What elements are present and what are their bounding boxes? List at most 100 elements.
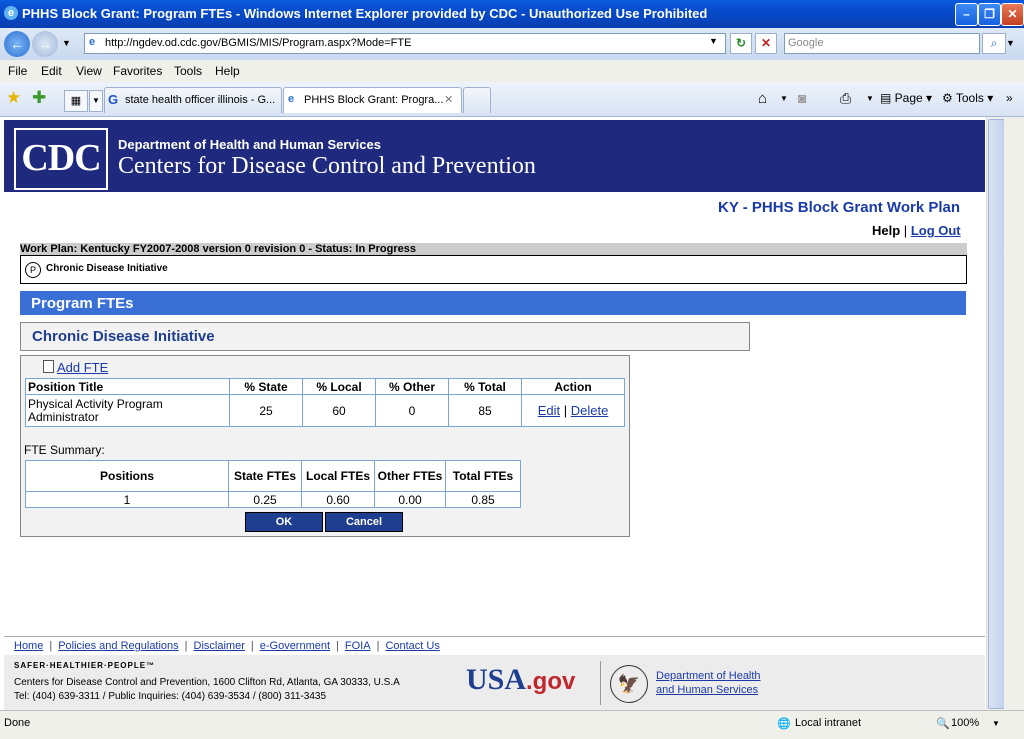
print-chevron-icon[interactable]: ▼ [866,94,874,103]
close-window-button[interactable]: ✕ [1001,3,1024,26]
zoom-icon: 🔍 [936,718,950,730]
print-icon[interactable]: ⎙ [840,90,851,107]
minimize-button[interactable]: – [955,3,978,26]
refresh-icon[interactable]: ↻ [730,33,752,54]
footer-link-contact[interactable]: Contact Us [385,640,439,652]
scrollbar-thumb[interactable] [988,119,1005,709]
add-fte-link[interactable]: Add FTE [43,360,108,375]
ok-button[interactable]: OK [245,512,323,532]
page-menu-label: Page [894,91,923,105]
search-options-chevron-icon[interactable]: ▼ [1006,38,1015,48]
hhs-link[interactable]: Department of Health and Human Services [656,669,761,697]
zoom-chevron-icon[interactable]: ▼ [992,719,1000,728]
recent-pages-chevron-icon[interactable]: ▼ [62,38,71,48]
separator: | [903,223,908,238]
fte-summary-table: Positions State FTEs Local FTEs Other FT… [25,460,521,508]
other-ftes-value: 0.00 [374,491,446,508]
separator: | [336,640,339,652]
tools-menu-button[interactable]: ⚙ Tools ▾ [942,91,993,105]
pct-total-cell: 85 [448,394,522,427]
workplan-program-name[interactable]: Chronic Disease Initiative [46,263,168,274]
address-input[interactable]: e http://ngdev.od.cdc.gov/BGMIS/MIS/Prog… [84,33,726,54]
add-favorite-icon[interactable]: ✚ [32,88,46,108]
help-link[interactable]: Help [872,223,900,238]
section-title: Program FTEs [31,295,134,312]
cdc-phones: Tel: (404) 639-3311 / Public Inquiries: … [14,691,327,702]
fte-table-header: Position Title % State % Local % Other %… [25,378,625,395]
tab-label: PHHS Block Grant: Progra... [304,94,444,106]
page-menu-button[interactable]: ▤ Page ▾ [880,91,932,105]
menu-help[interactable]: Help [215,64,240,78]
cdc-logo[interactable]: CDC [14,128,108,190]
summary-header-row: Positions State FTEs Local FTEs Other FT… [25,460,521,492]
close-tab-icon[interactable]: ✕ [444,93,453,106]
feeds-icon[interactable]: ◙ [798,90,806,106]
search-input[interactable]: Google [784,33,980,54]
action-cell: Edit | Delete [521,394,625,427]
google-favicon-icon: G [108,92,119,107]
menu-file[interactable]: File [8,64,27,78]
edit-link[interactable]: Edit [538,403,560,418]
cancel-button[interactable]: Cancel [325,512,403,532]
separator: | [376,640,380,652]
tab-google-search[interactable]: G state health officer illinois - G... [104,87,282,113]
window-title-bar[interactable]: e PHHS Block Grant: Program FTEs - Windo… [0,0,1024,28]
pct-state-cell: 25 [229,394,303,427]
program-badge-icon: P [25,262,41,278]
col-position-title: Position Title [25,378,230,395]
vertical-scrollbar[interactable] [986,117,1005,710]
program-ftes-heading: Program FTEs [20,291,966,315]
search-placeholder: Google [788,37,824,49]
status-text: Done [4,717,31,729]
quick-tabs-icon[interactable]: ▦ [64,90,88,112]
tagline: SAFER·HEALTHIER·PEOPLE™ [14,661,156,670]
menu-tools[interactable]: Tools [174,64,202,78]
window-title: PHHS Block Grant: Program FTEs - Windows… [22,6,708,21]
footer-link-foia[interactable]: FOIA [345,640,371,652]
pct-other-cell: 0 [375,394,449,427]
help-logout-bar: Help | Log Out [872,223,961,238]
logout-link[interactable]: Log Out [911,223,961,238]
footer-link-policies[interactable]: Policies and Regulations [58,640,178,652]
ie-logo-icon: e [4,6,18,20]
delete-link[interactable]: Delete [571,403,609,418]
tools-menu-label: Tools [955,91,984,105]
usa-gov-logo[interactable]: USA.gov [466,663,575,697]
cdc-address: Centers for Disease Control and Preventi… [14,677,400,688]
toolbar-overflow-icon[interactable]: » [1006,91,1013,105]
forward-arrow-icon[interactable]: → [32,31,58,57]
stop-icon[interactable]: ✕ [755,33,777,54]
menu-edit[interactable]: Edit [41,64,62,78]
search-icon[interactable]: ⌕ [982,33,1006,54]
footer-link-egov[interactable]: e-Government [260,640,330,652]
new-tab-button[interactable] [463,87,491,113]
back-arrow-icon[interactable]: ← [4,31,30,57]
menu-view[interactable]: View [76,64,102,78]
department-name: Department of Health and Human Services [118,137,381,152]
maximize-button[interactable]: ❐ [978,3,1001,26]
tab-list-chevron-icon[interactable]: ▼ [89,90,103,112]
hhs-link-line2: and Human Services [656,684,759,696]
agency-name: Centers for Disease Control and Preventi… [118,153,536,179]
home-chevron-icon[interactable]: ▼ [780,94,788,103]
zoom-level[interactable]: 100% [951,717,979,729]
col-positions: Positions [25,460,229,492]
fte-table: Position Title % State % Local % Other %… [25,378,625,427]
fte-summary-label: FTE Summary: [24,443,105,457]
home-icon[interactable]: ⌂ [758,90,767,107]
menu-favorites[interactable]: Favorites [113,64,162,78]
col-total-ftes: Total FTEs [445,460,521,492]
favorites-star-icon[interactable]: ★ [6,88,21,108]
document-icon [43,360,54,373]
footer-link-disclaimer[interactable]: Disclaimer [194,640,245,652]
site-title: KY - PHHS Block Grant Work Plan [718,199,960,216]
menu-bar: File Edit View Favorites Tools Help [0,60,1024,83]
hhs-link-line1: Department of Health [656,670,761,682]
footer-link-home[interactable]: Home [14,640,43,652]
tab-program-ftes[interactable]: e PHHS Block Grant: Progra... ✕ [283,87,462,113]
col-action: Action [521,378,625,395]
table-row: 1 0.25 0.60 0.00 0.85 [25,491,521,508]
footer-info: SAFER·HEALTHIER·PEOPLE™ Centers for Dise… [4,655,985,710]
workplan-program-box: P Chronic Disease Initiative [20,255,967,284]
address-dropdown-icon[interactable]: ▼ [709,36,718,46]
